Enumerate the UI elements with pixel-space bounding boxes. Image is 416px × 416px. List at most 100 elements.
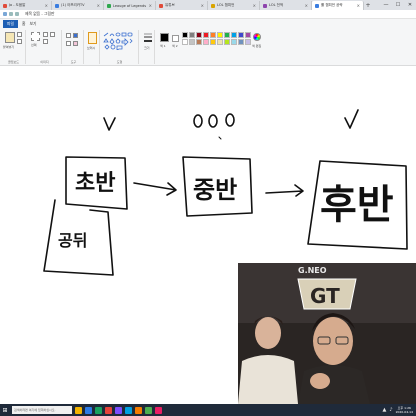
maximize-icon[interactable]: ☐ xyxy=(392,0,404,10)
palette-swatch[interactable] xyxy=(196,39,202,45)
pencil-icon[interactable] xyxy=(66,33,71,38)
svg-text:GT: GT xyxy=(310,284,340,308)
brand-text: G.NEO xyxy=(298,266,327,275)
browser-tab[interactable]: LOL 전적 × xyxy=(260,1,312,10)
fill-icon[interactable] xyxy=(73,33,78,38)
color1-label: 색 1 xyxy=(160,44,166,48)
eraser-icon[interactable] xyxy=(73,41,78,46)
taskbar-app-icons xyxy=(72,406,162,414)
tab-favicon-icon xyxy=(159,3,163,8)
tab-close-icon[interactable]: × xyxy=(305,3,308,8)
crop-icon[interactable] xyxy=(43,32,48,37)
taskbar-app-icon[interactable] xyxy=(95,406,102,414)
palette-swatch[interactable] xyxy=(231,32,237,38)
palette-swatch[interactable] xyxy=(224,32,230,38)
palette-swatch[interactable] xyxy=(189,32,195,38)
taskbar-app-icon[interactable] xyxy=(85,406,92,414)
palette-swatch[interactable] xyxy=(238,39,244,45)
tab-close-icon[interactable]: × xyxy=(149,3,152,8)
browser-tab-strip: Jo - 도움말 × (1) 아프리카TV × Leauge of Legends × 유튜… xyxy=(0,0,416,10)
taskbar-clock[interactable]: 오후 1:26 2020-04-14 xyxy=(396,406,413,414)
palette-swatch[interactable] xyxy=(189,39,195,45)
browser-tab[interactable]: 롤 챔피언 공략 × xyxy=(312,1,364,10)
palette-swatch[interactable] xyxy=(238,32,244,38)
taskbar-app-icon[interactable] xyxy=(145,406,152,414)
select-icon[interactable] xyxy=(31,32,40,41)
copy-icon[interactable] xyxy=(17,39,22,44)
tools-group: 도구 xyxy=(64,30,84,64)
tab-label: Jo - 도움말 xyxy=(9,3,26,7)
mid-game-text: 중반 xyxy=(193,176,237,204)
size-icon[interactable] xyxy=(144,33,152,43)
system-tray: ▲ ♪ 오후 1:26 2020-04-14 xyxy=(383,404,414,416)
browser-tab[interactable]: LOL 챔피언 × xyxy=(208,1,260,10)
palette-swatch[interactable] xyxy=(224,39,230,45)
tab-close-icon[interactable]: × xyxy=(357,3,360,8)
palette-swatch[interactable] xyxy=(210,32,216,38)
taskbar-app-icon[interactable] xyxy=(135,406,142,414)
undo-icon[interactable] xyxy=(9,12,13,16)
volume-icon[interactable]: ♪ xyxy=(389,407,392,413)
tab-close-icon[interactable]: × xyxy=(201,3,204,8)
mark-v xyxy=(103,117,116,131)
taskbar-app-icon[interactable] xyxy=(115,406,122,414)
browser-tab[interactable]: 유튜브 × xyxy=(156,1,208,10)
edit-colors-icon[interactable] xyxy=(253,33,261,41)
rotate-icon[interactable] xyxy=(50,32,55,37)
palette-swatch[interactable] xyxy=(245,32,251,38)
arrow-2 xyxy=(265,184,304,197)
tab-home[interactable]: 홈 xyxy=(22,21,26,27)
shapes-gallery[interactable] xyxy=(103,32,137,50)
taskbar-app-icon[interactable] xyxy=(125,406,132,414)
tab-label: Leauge of Legends xyxy=(113,3,147,8)
taskbar-app-icon[interactable] xyxy=(155,406,162,414)
tab-close-icon[interactable]: × xyxy=(253,3,256,8)
cut-icon[interactable] xyxy=(17,32,22,37)
palette-swatch[interactable] xyxy=(196,32,202,38)
paint-ribbon: 붙여넣기 클립보드 선택 이미지 도구 브러시 도형 크기 색 1 색 2 색 … xyxy=(0,28,416,66)
color2-swatch[interactable] xyxy=(172,35,179,42)
network-icon[interactable]: ▲ xyxy=(383,407,387,413)
tab-label: LOL 전적 xyxy=(269,3,284,7)
file-menu-button[interactable]: 파일 xyxy=(3,19,18,28)
save-icon[interactable] xyxy=(3,12,7,16)
palette-swatch[interactable] xyxy=(217,39,223,45)
palette-swatch[interactable] xyxy=(231,39,237,45)
clipboard-group: 붙여넣기 클립보드 xyxy=(2,30,26,64)
tab-favicon-icon xyxy=(315,3,319,8)
text-icon[interactable] xyxy=(66,41,71,46)
browser-tab[interactable]: (1) 아프리카TV × xyxy=(52,1,104,10)
palette-swatch[interactable] xyxy=(245,39,251,45)
taskbar-app-icon[interactable] xyxy=(75,406,82,414)
minimize-icon[interactable]: — xyxy=(380,0,392,10)
windows-taskbar: ⊞ 검색하려면 여기에 입력하십시오. ▲ ♪ 오후 1:26 2020-04-… xyxy=(0,404,416,416)
tab-favicon-icon xyxy=(3,3,7,8)
paint-title-bar: 제목 없음 - 그림판 xyxy=(0,10,416,19)
tab-label: LOL 챔피언 xyxy=(217,3,235,7)
palette-swatch[interactable] xyxy=(182,39,188,45)
palette-swatch[interactable] xyxy=(217,32,223,38)
browser-tab[interactable]: Jo - 도움말 × xyxy=(0,1,52,10)
shapes-group-label: 도형 xyxy=(116,60,123,64)
tab-close-icon[interactable]: × xyxy=(45,3,48,8)
color-palette xyxy=(182,32,251,45)
taskbar-search-input[interactable]: 검색하려면 여기에 입력하십시오. xyxy=(12,406,72,414)
windows-start-icon[interactable]: ⊞ xyxy=(0,404,10,416)
taskbar-app-icon[interactable] xyxy=(105,406,112,414)
color1-swatch[interactable] xyxy=(160,33,169,42)
close-icon[interactable]: ✕ xyxy=(404,0,416,10)
palette-swatch[interactable] xyxy=(203,39,209,45)
browser-tab[interactable]: Leauge of Legends × xyxy=(104,1,156,10)
size-group: 크기 xyxy=(141,30,155,64)
paste-icon[interactable] xyxy=(5,32,15,43)
tab-close-icon[interactable]: × xyxy=(97,3,100,8)
redo-icon[interactable] xyxy=(15,12,19,16)
palette-swatch[interactable] xyxy=(210,39,216,45)
new-tab-button[interactable]: + xyxy=(364,1,372,10)
palette-swatch[interactable] xyxy=(203,32,209,38)
palette-swatch[interactable] xyxy=(182,32,188,38)
brush-group: 브러시 xyxy=(86,30,100,64)
tab-view[interactable]: 보기 xyxy=(30,21,37,27)
resize-icon[interactable] xyxy=(43,39,48,44)
brush-icon[interactable] xyxy=(88,32,97,44)
